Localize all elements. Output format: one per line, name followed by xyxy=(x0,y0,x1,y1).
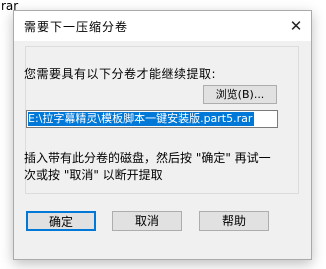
help-button[interactable]: 帮助 xyxy=(199,211,269,231)
volume-prompt-text: 您需要具有以下分卷才能继续提取: xyxy=(24,67,217,81)
ok-button[interactable]: 确定 xyxy=(26,211,96,231)
browse-button[interactable]: 浏览(B)... xyxy=(203,85,277,104)
volume-path-text: E:\拉字幕精灵\模板脚本一键安装版.part5.rar xyxy=(28,112,255,126)
title-bar[interactable]: 需要下一压缩分卷 ✕ xyxy=(14,11,311,41)
insert-disk-info: 插入带有此分卷的磁盘，然后按 "确定" 再试一次或按 "取消" 以断开提取 xyxy=(24,151,271,182)
close-icon[interactable]: ✕ xyxy=(281,11,311,41)
volume-path-input[interactable]: E:\拉字幕精灵\模板脚本一键安装版.part5.rar xyxy=(26,110,278,128)
dialog-title: 需要下一压缩分卷 xyxy=(24,20,129,34)
cancel-button[interactable]: 取消 xyxy=(112,211,182,231)
